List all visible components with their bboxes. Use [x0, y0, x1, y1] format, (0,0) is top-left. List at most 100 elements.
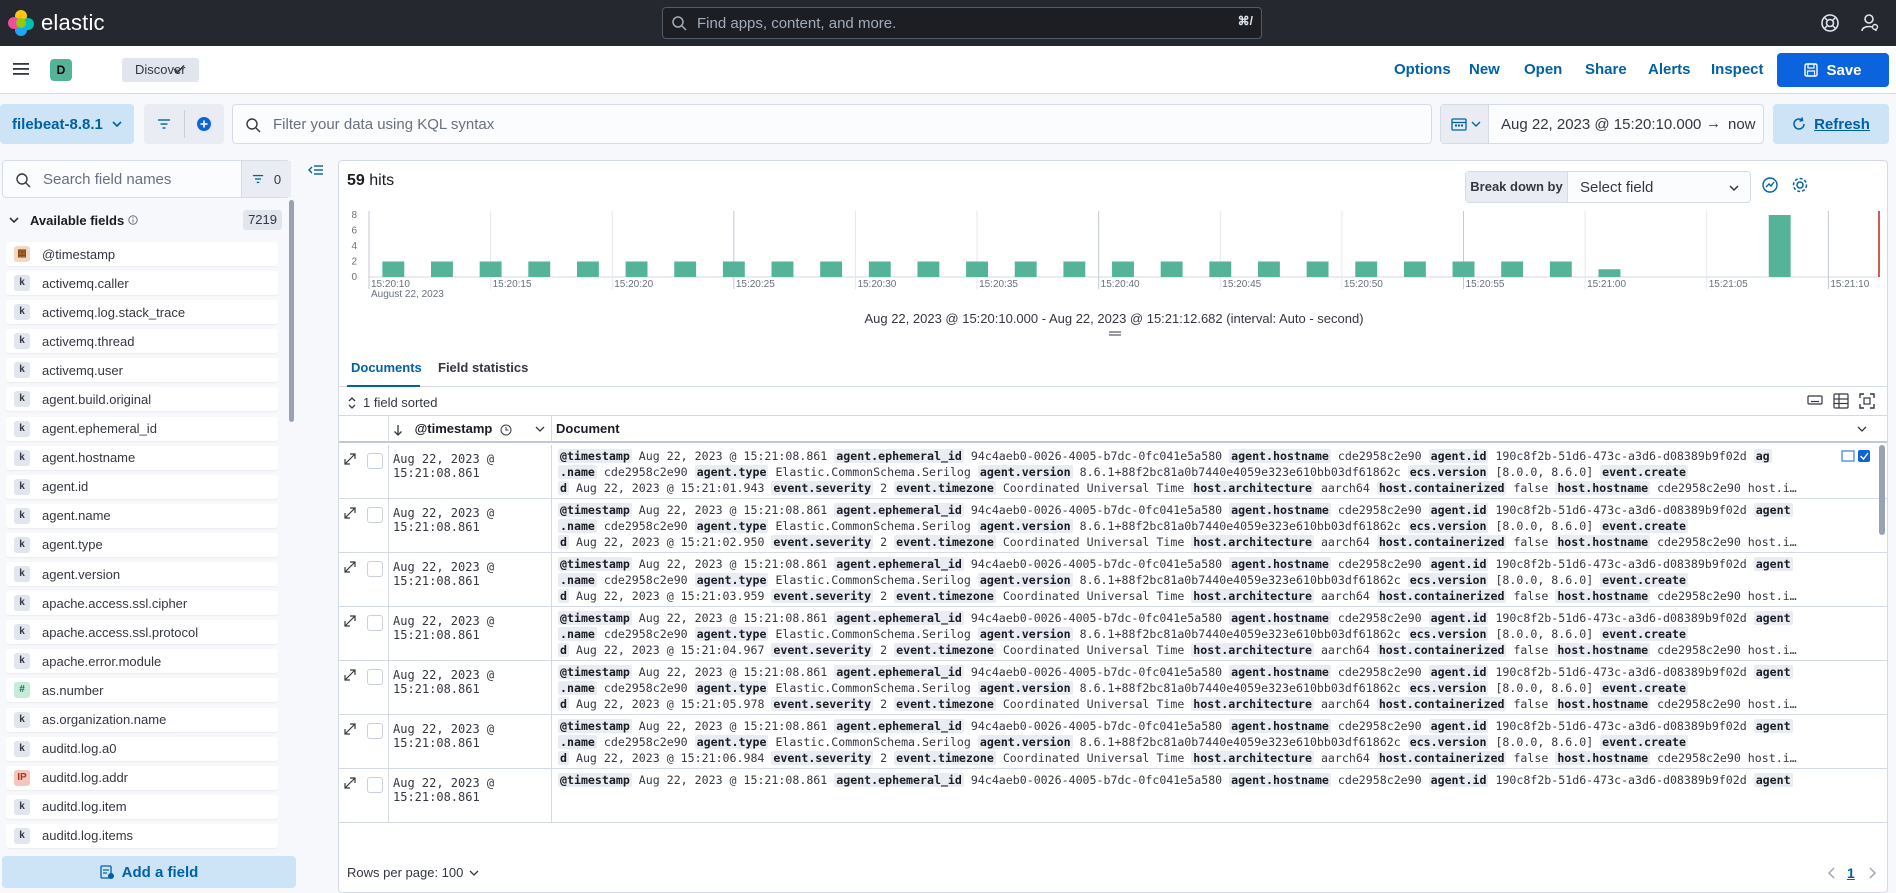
kql-query-input[interactable]: Filter your data using KQL syntax	[232, 104, 1432, 144]
breakdown-select[interactable]: Break down by Select field	[1465, 171, 1751, 203]
inspect-menu-item[interactable]: Inspect	[1711, 61, 1764, 78]
histogram-chart[interactable]: 0246815:20:10 15:20:15 15:20:20 15:20:25 15:…	[347, 209, 1881, 309]
new-menu-item[interactable]: New	[1469, 61, 1500, 78]
chevron-down-icon[interactable]	[1857, 425, 1867, 433]
fullscreen-icon[interactable]	[1859, 393, 1875, 409]
field-item[interactable]: k activemq.thread	[6, 329, 278, 354]
share-menu-item[interactable]: Share	[1585, 61, 1627, 78]
document-cell[interactable]: @timestamp Aug 22, 2023 @ 15:21:08.861 a…	[552, 553, 1875, 607]
hamburger-menu-icon[interactable]	[12, 60, 30, 78]
document-cell[interactable]: @timestamp Aug 22, 2023 @ 15:21:08.861 a…	[552, 445, 1875, 499]
field-item[interactable]: k apache.access.ssl.protocol	[6, 620, 278, 645]
field-item[interactable]: k activemq.user	[6, 358, 278, 383]
alerts-menu-item[interactable]: Alerts	[1648, 61, 1691, 78]
field-item[interactable]: k apache.access.ssl.cipher	[6, 591, 278, 616]
page-number[interactable]: 1	[1847, 865, 1855, 881]
space-avatar[interactable]: D	[50, 59, 72, 81]
table-row[interactable]: Aug 22, 2023 @ 15:21:08.861 @timestamp Au…	[339, 607, 1887, 661]
document-cell[interactable]: @timestamp Aug 22, 2023 @ 15:21:08.861 a…	[552, 607, 1875, 661]
sort-info-button[interactable]: 1 field sorted	[347, 395, 437, 410]
data-view-picker[interactable]: filebeat-8.8.1	[0, 104, 134, 144]
table-row[interactable]: Aug 22, 2023 @ 15:21:08.861 @timestamp Au…	[339, 661, 1887, 715]
add-filter-icon[interactable]	[196, 116, 212, 132]
field-item[interactable]: # as.number	[6, 678, 278, 703]
field-item[interactable]: ▦ @timestamp	[6, 242, 278, 266]
elastic-logo[interactable]: elastic	[8, 10, 105, 36]
field-item[interactable]: k auditd.log.a0	[6, 736, 278, 761]
info-icon[interactable]	[128, 215, 138, 225]
field-item[interactable]: k apache.error.module	[6, 649, 278, 674]
field-item[interactable]: k agent.hostname	[6, 445, 278, 470]
document-cell[interactable]: @timestamp Aug 22, 2023 @ 15:21:08.861 a…	[552, 715, 1875, 769]
user-menu-icon[interactable]	[1860, 13, 1880, 33]
collapse-sidebar-icon[interactable]	[308, 163, 324, 177]
field-item[interactable]: k activemq.log.stack_trace	[6, 300, 278, 325]
previous-page-icon[interactable]	[1827, 867, 1837, 879]
save-button[interactable]: Save	[1777, 53, 1889, 87]
field-item[interactable]: k agent.type	[6, 532, 278, 557]
date-start[interactable]: Aug 22, 2023 @ 15:20:10.000	[1501, 116, 1701, 133]
row-checkbox[interactable]	[367, 453, 383, 469]
document-cell[interactable]: @timestamp Aug 22, 2023 @ 15:21:08.861 a…	[552, 769, 1875, 823]
row-checkbox[interactable]	[367, 615, 383, 631]
resize-handle-icon[interactable]	[1109, 331, 1121, 337]
column-header-document[interactable]: Document	[552, 416, 1875, 442]
field-item[interactable]: k agent.name	[6, 503, 278, 528]
timestamp-cell[interactable]: Aug 22, 2023 @ 15:21:08.861	[389, 607, 552, 661]
timestamp-cell[interactable]: Aug 22, 2023 @ 15:21:08.861	[389, 445, 552, 499]
timestamp-cell[interactable]: Aug 22, 2023 @ 15:21:08.861	[389, 661, 552, 715]
tab-documents[interactable]: Documents	[351, 360, 422, 375]
gear-icon[interactable]	[1791, 176, 1809, 194]
timestamp-cell[interactable]: Aug 22, 2023 @ 15:21:08.861	[389, 553, 552, 607]
field-type-filter-button[interactable]: 0	[241, 161, 291, 197]
open-menu-item[interactable]: Open	[1524, 61, 1562, 78]
timestamp-cell[interactable]: Aug 22, 2023 @ 15:21:08.861	[389, 715, 552, 769]
table-row[interactable]: Aug 22, 2023 @ 15:21:08.861 @timestamp Au…	[339, 769, 1887, 823]
field-item[interactable]: k agent.version	[6, 562, 278, 587]
keyboard-shortcuts-icon[interactable]	[1807, 393, 1823, 407]
column-header-timestamp[interactable]: @timestamp	[389, 416, 552, 442]
row-checkbox[interactable]	[367, 777, 383, 793]
check-icon[interactable]	[172, 62, 186, 76]
field-item[interactable]: k auditd.log.item	[6, 794, 278, 819]
field-item[interactable]: k agent.id	[6, 474, 278, 499]
grid-scrollbar[interactable]	[1879, 445, 1885, 535]
expand-row-icon[interactable]	[344, 561, 356, 573]
expand-row-icon[interactable]	[344, 669, 356, 681]
display-settings-icon[interactable]	[1833, 393, 1849, 409]
options-menu-item[interactable]: Options	[1394, 61, 1451, 78]
add-field-button[interactable]: Add a field	[2, 856, 296, 888]
global-search-input[interactable]: Find apps, content, and more. ⌘/	[662, 7, 1262, 39]
sort-desc-icon[interactable]	[393, 424, 403, 436]
field-search-input[interactable]: Search field names 0	[2, 160, 291, 198]
help-icon[interactable]	[1820, 13, 1840, 33]
row-checkbox[interactable]	[367, 723, 383, 739]
sidebar-scrollbar[interactable]	[289, 200, 294, 422]
row-checkbox[interactable]	[367, 561, 383, 577]
date-picker[interactable]: Aug 22, 2023 @ 15:20:10.000 → now	[1440, 104, 1764, 144]
filter-icon[interactable]	[157, 117, 171, 131]
timestamp-cell[interactable]: Aug 22, 2023 @ 15:21:08.861	[389, 769, 552, 823]
field-item[interactable]: k agent.build.original	[6, 387, 278, 412]
table-row[interactable]: Aug 22, 2023 @ 15:21:08.861 @timestamp Au…	[339, 715, 1887, 769]
quick-menu-button[interactable]	[1441, 105, 1489, 143]
date-end[interactable]: now	[1728, 116, 1756, 133]
expand-row-icon[interactable]	[344, 723, 356, 735]
field-item[interactable]: k agent.ephemeral_id	[6, 416, 278, 441]
expand-row-icon[interactable]	[344, 507, 356, 519]
available-fields-header[interactable]: Available fields 7219	[8, 210, 282, 230]
tab-field-statistics[interactable]: Field statistics	[438, 360, 528, 375]
row-checkbox[interactable]	[367, 507, 383, 523]
table-row[interactable]: Aug 22, 2023 @ 15:21:08.861 @timestamp Au…	[339, 445, 1887, 499]
field-item[interactable]: IP auditd.log.addr	[6, 765, 278, 790]
breadcrumb-discover[interactable]: Discover	[122, 58, 199, 82]
refresh-button[interactable]: Refresh	[1773, 104, 1889, 144]
row-checkbox[interactable]	[367, 669, 383, 685]
rows-per-page-select[interactable]: Rows per page: 100	[347, 865, 479, 880]
expand-row-icon[interactable]	[344, 777, 356, 789]
next-page-icon[interactable]	[1867, 867, 1877, 879]
field-item[interactable]: k activemq.caller	[6, 271, 278, 296]
chevron-down-icon[interactable]	[535, 425, 545, 433]
expand-row-icon[interactable]	[344, 453, 356, 465]
edit-visualization-icon[interactable]	[1761, 176, 1779, 194]
